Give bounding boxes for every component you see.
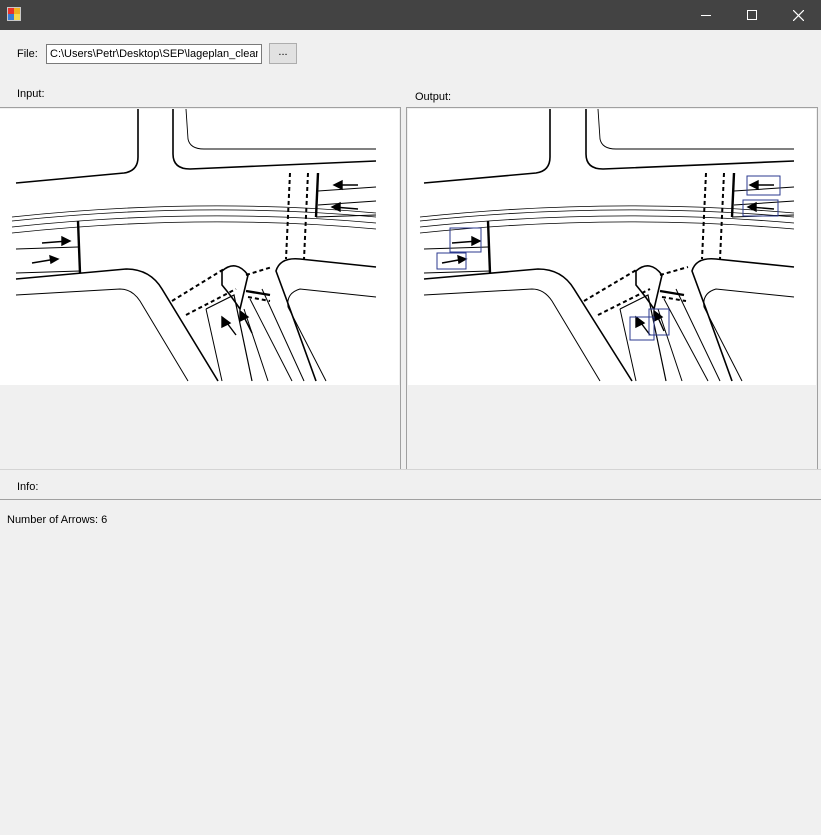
title-bar[interactable] <box>0 0 821 30</box>
output-group-left-border <box>406 107 407 469</box>
close-button[interactable] <box>775 0 821 30</box>
output-group-right-border <box>817 107 818 469</box>
info-label: Info: <box>17 481 39 493</box>
output-group-border <box>406 107 817 108</box>
maximize-button[interactable] <box>729 0 775 30</box>
input-group-border <box>0 107 400 108</box>
input-image <box>0 109 399 385</box>
output-label: Output: <box>415 91 452 103</box>
file-path-input[interactable] <box>46 44 262 64</box>
minimize-button[interactable] <box>683 0 729 30</box>
output-image <box>408 109 816 385</box>
minimize-icon <box>701 15 711 16</box>
maximize-icon <box>747 10 757 20</box>
app-icon[interactable] <box>7 7 21 21</box>
file-label: File: <box>17 48 38 60</box>
close-icon <box>792 9 804 21</box>
detection-box <box>629 316 655 341</box>
input-group-right-border <box>400 107 401 469</box>
browse-button[interactable]: ... <box>269 43 297 64</box>
panel-divider <box>0 469 821 470</box>
input-label: Input: <box>17 88 45 100</box>
arrow-count-text: Number of Arrows: 6 <box>7 514 108 526</box>
info-group-border <box>0 499 821 500</box>
